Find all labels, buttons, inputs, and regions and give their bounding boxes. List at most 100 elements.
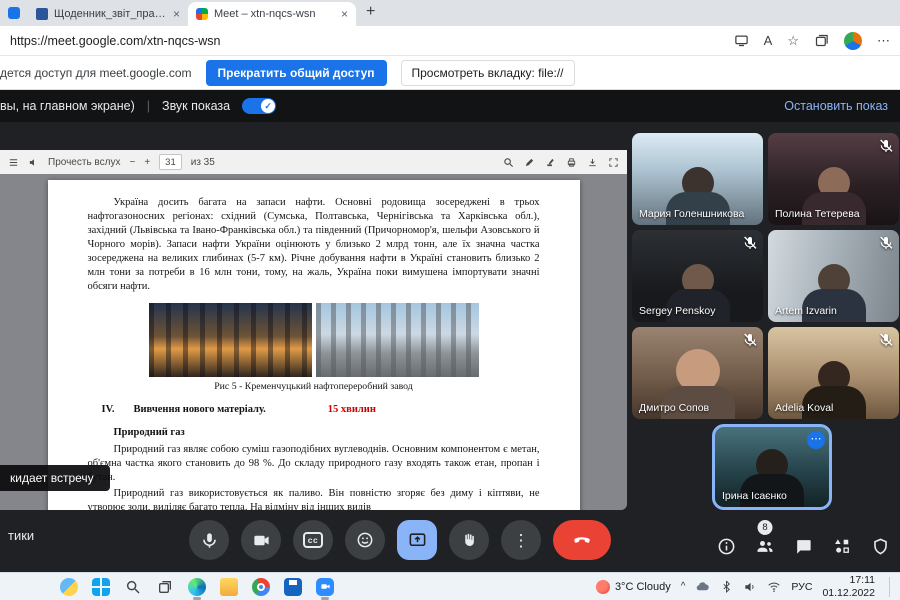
folder-icon bbox=[220, 578, 238, 596]
tab-meet[interactable]: Meet – xtn-nqcs-wsn × bbox=[188, 2, 356, 26]
zoom-taskbar-button[interactable] bbox=[312, 574, 338, 600]
chat-button[interactable] bbox=[794, 537, 813, 556]
participant-count-badge: 8 bbox=[758, 520, 773, 535]
search-button[interactable] bbox=[120, 574, 146, 600]
share-audio-toggle[interactable]: ✓ bbox=[242, 98, 276, 114]
system-tray: 3°C Cloudy ^ РУС 17:11 01.12.2022 bbox=[596, 574, 896, 599]
show-desktop-button[interactable] bbox=[889, 577, 892, 597]
weather-icon bbox=[596, 580, 610, 594]
address-bar: https://meet.google.com/xtn-nqcs-wsn A ☆… bbox=[0, 26, 900, 56]
stop-presenting-button[interactable]: Остановить показ bbox=[784, 99, 888, 113]
tab-share-icon[interactable] bbox=[734, 33, 749, 48]
section-title: Вивчення нового матеріалу. bbox=[134, 403, 266, 417]
browser-menu-icon[interactable]: ⋯ bbox=[877, 33, 890, 49]
meeting-name-label: тики bbox=[8, 528, 34, 543]
microphone-button[interactable] bbox=[189, 520, 229, 560]
refinery-figure bbox=[88, 303, 540, 377]
floppy-icon bbox=[284, 578, 302, 596]
subheading: Природний газ bbox=[88, 426, 540, 440]
bluetooth-icon[interactable] bbox=[720, 580, 733, 593]
video-tile[interactable]: Мария Голеншникова bbox=[632, 133, 763, 225]
document-favicon bbox=[36, 8, 48, 20]
captions-icon: cc bbox=[303, 532, 323, 548]
raise-hand-button[interactable] bbox=[449, 520, 489, 560]
view-tab-button[interactable]: Просмотреть вкладку: file:// bbox=[401, 60, 575, 86]
participant-name: Дмитро Сопов bbox=[639, 402, 709, 414]
browser-window: Щоденник_звіт_практика.p × Meet – xtn-nq… bbox=[0, 0, 900, 600]
host-controls-button[interactable] bbox=[871, 537, 890, 556]
self-video-tile[interactable]: ⋯ Ірина Ісаєнко bbox=[712, 424, 832, 510]
pdf-page: Україна досить багата на запаси нафти. О… bbox=[48, 180, 580, 510]
meet-favicon bbox=[196, 8, 208, 20]
highlight-icon bbox=[545, 157, 556, 168]
clock[interactable]: 17:11 01.12.2022 bbox=[822, 574, 875, 599]
participant-name: Artem Izvarin bbox=[775, 305, 837, 317]
camera-button[interactable] bbox=[241, 520, 281, 560]
date-text: 01.12.2022 bbox=[822, 587, 875, 600]
mic-off-icon bbox=[742, 235, 758, 251]
save-app-button[interactable] bbox=[280, 574, 306, 600]
video-tile[interactable]: Artem Izvarin bbox=[768, 230, 899, 322]
pdf-toolbar: Прочесть вслух − + 31 из 35 bbox=[0, 150, 627, 174]
tab-close-icon[interactable]: × bbox=[341, 7, 348, 21]
video-tile[interactable]: Дмитро Сопов bbox=[632, 327, 763, 419]
start-button[interactable] bbox=[88, 574, 114, 600]
more-options-button[interactable]: ⋮ bbox=[501, 520, 541, 560]
save-icon bbox=[587, 157, 598, 168]
expand-icon bbox=[608, 157, 619, 168]
onedrive-cloud-icon[interactable] bbox=[695, 579, 710, 594]
section-heading: IV. Вивчення нового матеріалу. 15 хвилин bbox=[88, 403, 540, 417]
profile-avatar[interactable] bbox=[844, 32, 862, 50]
tab-close-icon[interactable]: × bbox=[173, 7, 180, 21]
windows-taskbar: 3°C Cloudy ^ РУС 17:11 01.12.2022 bbox=[0, 572, 900, 600]
collections-icon[interactable] bbox=[814, 33, 829, 48]
video-tile[interactable]: Полина Тетерева bbox=[768, 133, 899, 225]
presenting-screen-label: вы, на главном экране) bbox=[0, 99, 135, 113]
captions-button[interactable]: cc bbox=[293, 520, 333, 560]
taskbar-app-icons bbox=[56, 574, 338, 600]
document-paragraph: Україна досить багата на запаси нафти. О… bbox=[88, 196, 540, 294]
tile-options-button[interactable]: ⋯ bbox=[807, 431, 825, 449]
refinery-photo-day bbox=[316, 303, 479, 377]
chrome-taskbar-button[interactable] bbox=[248, 574, 274, 600]
workspace-icon[interactable] bbox=[8, 7, 20, 19]
participant-leaving-toast: кидает встречу bbox=[0, 465, 110, 491]
task-view-button[interactable] bbox=[152, 574, 178, 600]
time-text: 17:11 bbox=[850, 574, 876, 587]
tab-title: Щоденник_звіт_практика.p bbox=[54, 8, 167, 20]
screen-share-notice-bar: дется доступ для meet.google.com Прекрат… bbox=[0, 56, 900, 90]
file-explorer-button[interactable] bbox=[216, 574, 242, 600]
reactions-button[interactable] bbox=[345, 520, 385, 560]
participant-name: Sergey Penskoy bbox=[639, 305, 715, 317]
participants-button[interactable]: 8 bbox=[755, 536, 775, 556]
language-indicator[interactable]: РУС bbox=[791, 581, 812, 593]
hidden-icons-chevron[interactable]: ^ bbox=[681, 581, 686, 592]
meeting-details-button[interactable] bbox=[717, 537, 736, 556]
widgets-button[interactable] bbox=[56, 574, 82, 600]
url-text[interactable]: https://meet.google.com/xtn-nqcs-wsn bbox=[10, 34, 221, 48]
volume-icon[interactable] bbox=[743, 580, 757, 594]
presenting-banner: вы, на главном экране) | Звук показа ✓ О… bbox=[0, 90, 900, 122]
favorites-star-icon[interactable]: ☆ bbox=[787, 33, 799, 49]
participant-name: Полина Тетерева bbox=[775, 208, 860, 220]
end-call-button[interactable] bbox=[553, 520, 611, 560]
edge-taskbar-button[interactable] bbox=[184, 574, 210, 600]
meet-panel-buttons: 8 bbox=[717, 536, 890, 556]
new-tab-button[interactable]: + bbox=[366, 3, 375, 21]
meet-control-bar: cc ⋮ bbox=[189, 520, 611, 560]
activities-button[interactable] bbox=[832, 536, 852, 556]
mic-off-icon bbox=[742, 332, 758, 348]
read-aloud-icon[interactable]: A bbox=[764, 33, 773, 48]
video-tile[interactable]: Sergey Penskoy bbox=[632, 230, 763, 322]
tab-diary-document[interactable]: Щоденник_звіт_практика.p × bbox=[28, 2, 188, 26]
zoom-in-icon: + bbox=[144, 157, 150, 168]
present-screen-button[interactable] bbox=[397, 520, 437, 560]
shared-screen-tile[interactable]: Прочесть вслух − + 31 из 35 Україна доси… bbox=[0, 150, 627, 510]
chrome-icon bbox=[252, 578, 270, 596]
print-icon bbox=[566, 157, 577, 168]
stop-sharing-button[interactable]: Прекратить общий доступ bbox=[206, 60, 387, 86]
read-aloud-label: Прочесть вслух bbox=[48, 157, 120, 168]
network-icon[interactable] bbox=[767, 580, 781, 594]
video-tile[interactable]: Adelia Koval bbox=[768, 327, 899, 419]
weather-widget[interactable]: 3°C Cloudy bbox=[596, 580, 671, 594]
